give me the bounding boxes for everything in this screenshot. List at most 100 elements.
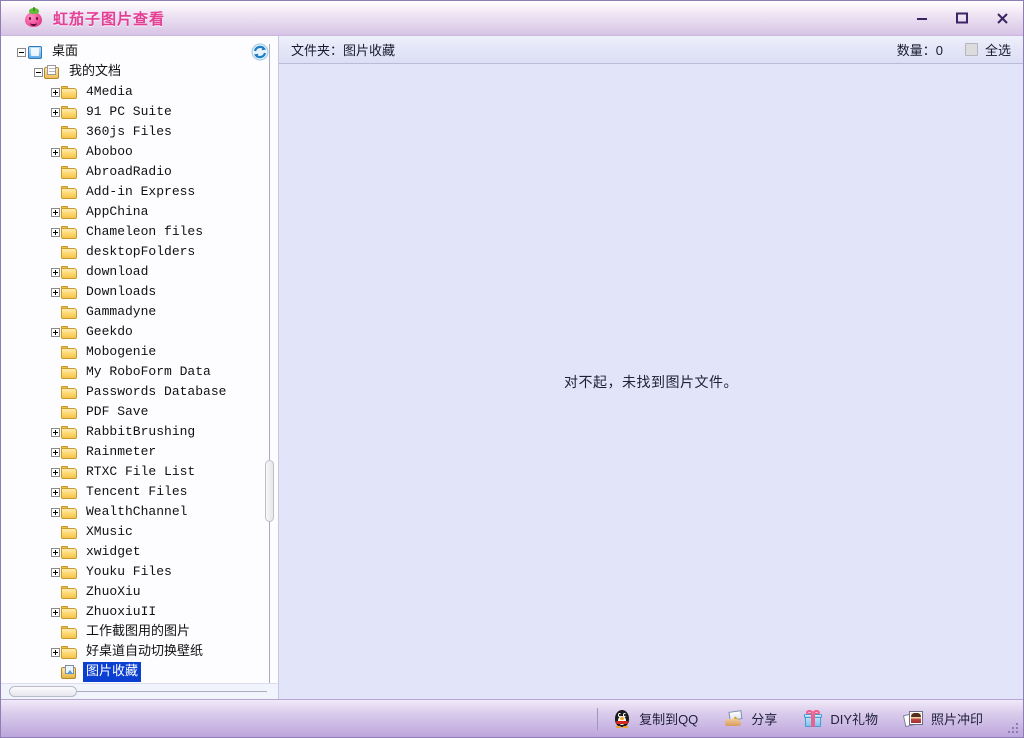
tree-twisty-none — [49, 522, 61, 542]
empty-state-message: 对不起，未找到图片文件。 — [564, 373, 738, 390]
tree-item[interactable]: Aboboo — [1, 142, 278, 162]
tree-item[interactable]: PDF Save — [1, 402, 278, 422]
app-window: 虹茄子图片查看 桌面 我的文档 4Media 91 PC Suite 360js… — [0, 0, 1024, 738]
item-count-label: 数量：0 — [896, 43, 943, 58]
tree-item[interactable]: My RoboForm Data — [1, 362, 278, 382]
tree-item[interactable]: Rainmeter — [1, 442, 278, 462]
select-all-checkbox[interactable] — [964, 43, 978, 56]
folder-icon — [61, 305, 78, 320]
tree-item[interactable]: 工作截图用的图片 — [1, 622, 278, 642]
tree-item-label: Tencent Files — [86, 484, 188, 499]
tree-item[interactable]: Mobogenie — [1, 342, 278, 362]
folder-icon — [61, 465, 78, 480]
expand-plus-icon[interactable] — [49, 202, 61, 222]
expand-plus-icon[interactable] — [49, 542, 61, 562]
folder-icon — [61, 185, 78, 200]
folder-tree-panel: 桌面 我的文档 4Media 91 PC Suite 360js Files Aboboo… — [1, 36, 279, 699]
folder-icon — [61, 325, 78, 340]
tree-item[interactable]: Downloads — [1, 282, 278, 302]
expand-plus-icon[interactable] — [49, 222, 61, 242]
toolbar-divider — [597, 707, 599, 730]
tree-item[interactable]: 图片收藏 — [1, 662, 278, 682]
maximize-button[interactable] — [949, 7, 975, 29]
tree-item[interactable]: 桌面 — [1, 42, 278, 62]
tree-vertical-scrollbar[interactable] — [263, 36, 276, 683]
tree-item[interactable]: 我的文档 — [1, 62, 278, 82]
expand-plus-icon[interactable] — [49, 102, 61, 122]
expand-plus-icon[interactable] — [49, 142, 61, 162]
folder-icon — [61, 505, 78, 520]
tree-item[interactable]: 360js Files — [1, 122, 278, 142]
collapse-minus-icon[interactable] — [32, 62, 44, 82]
tree-item[interactable]: Add-in Express — [1, 182, 278, 202]
tree-item[interactable]: AbroadRadio — [1, 162, 278, 182]
tree-item[interactable]: Passwords Database — [1, 382, 278, 402]
tree-twisty-none — [49, 662, 61, 682]
expand-plus-icon[interactable] — [49, 262, 61, 282]
tree-item[interactable]: desktopFolders — [1, 242, 278, 262]
expand-plus-icon[interactable] — [49, 482, 61, 502]
tree-item-label: Passwords Database — [86, 384, 227, 399]
thumbnail-area[interactable]: 对不起，未找到图片文件。 — [279, 64, 1023, 699]
tree-horizontal-scroll-thumb[interactable] — [9, 686, 77, 697]
tree-item-label: Chameleon files — [86, 224, 204, 239]
tree-item[interactable]: Chameleon files — [1, 222, 278, 242]
expand-plus-icon[interactable] — [49, 462, 61, 482]
tree-item[interactable]: RabbitBrushing — [1, 422, 278, 442]
folder-icon — [61, 625, 78, 640]
tree-item[interactable]: XMusic — [1, 522, 278, 542]
tree-item-label: ZhuoXiu — [86, 584, 141, 599]
minimize-button[interactable] — [909, 7, 935, 29]
expand-plus-icon[interactable] — [49, 322, 61, 342]
tree-item[interactable]: download — [1, 262, 278, 282]
tree-item[interactable]: 91 PC Suite — [1, 102, 278, 122]
tree-item[interactable]: xwidget — [1, 542, 278, 562]
qq-penguin-icon — [612, 709, 632, 729]
resize-grip[interactable] — [1008, 723, 1020, 735]
expand-plus-icon[interactable] — [49, 562, 61, 582]
tree-scroll-area[interactable]: 桌面 我的文档 4Media 91 PC Suite 360js Files Aboboo… — [1, 36, 278, 683]
tree-item[interactable]: Gammadyne — [1, 302, 278, 322]
folder-icon — [61, 425, 78, 440]
gift-icon — [803, 709, 823, 729]
expand-plus-icon[interactable] — [49, 442, 61, 462]
tree-item[interactable]: AppChina — [1, 202, 278, 222]
refresh-icon[interactable] — [250, 42, 270, 62]
diy-gift-button[interactable]: DIY礼物 — [803, 709, 878, 729]
expand-plus-icon[interactable] — [49, 82, 61, 102]
close-button[interactable] — [989, 7, 1015, 29]
select-all-control[interactable]: 全选 — [964, 40, 1011, 59]
tree-item[interactable]: Tencent Files — [1, 482, 278, 502]
expand-plus-icon[interactable] — [49, 642, 61, 662]
expand-plus-icon[interactable] — [49, 602, 61, 622]
folder-icon — [61, 205, 78, 220]
collapse-minus-icon[interactable] — [15, 42, 27, 62]
tree-item[interactable]: Youku Files — [1, 562, 278, 582]
tree-item[interactable]: ZhuoxiuII — [1, 602, 278, 622]
expand-plus-icon[interactable] — [49, 502, 61, 522]
tree-item-label: Youku Files — [86, 564, 172, 579]
folder-icon — [61, 545, 78, 560]
tree-item-label: xwidget — [86, 544, 141, 559]
desktop-icon — [27, 45, 44, 60]
tree-item[interactable]: WealthChannel — [1, 502, 278, 522]
expand-plus-icon[interactable] — [49, 282, 61, 302]
folder-icon — [61, 105, 78, 120]
photo-print-button[interactable]: 照片冲印 — [902, 709, 983, 729]
current-folder-label: 文件夹：图片收藏 — [291, 43, 396, 58]
content-panel: 文件夹：图片收藏 数量：0 全选 对不起，未找到图片文件。 — [279, 36, 1023, 699]
tree-item-label: download — [86, 264, 149, 279]
expand-plus-icon[interactable] — [49, 422, 61, 442]
window-title: 虹茄子图片查看 — [53, 10, 166, 28]
folder-icon — [61, 85, 78, 100]
tree-item[interactable]: ZhuoXiu — [1, 582, 278, 602]
share-button[interactable]: 分享 — [724, 709, 777, 729]
tree-horizontal-scrollbar[interactable] — [1, 683, 278, 699]
copy-to-qq-button[interactable]: 复制到QQ — [612, 709, 698, 729]
tree-item[interactable]: 4Media — [1, 82, 278, 102]
tree-vertical-scroll-thumb[interactable] — [265, 460, 274, 522]
tree-item[interactable]: RTXC File List — [1, 462, 278, 482]
tree-item-label: ZhuoxiuII — [86, 604, 157, 619]
tree-item[interactable]: Geekdo — [1, 322, 278, 342]
tree-item[interactable]: 好桌道自动切换壁纸 — [1, 642, 278, 662]
